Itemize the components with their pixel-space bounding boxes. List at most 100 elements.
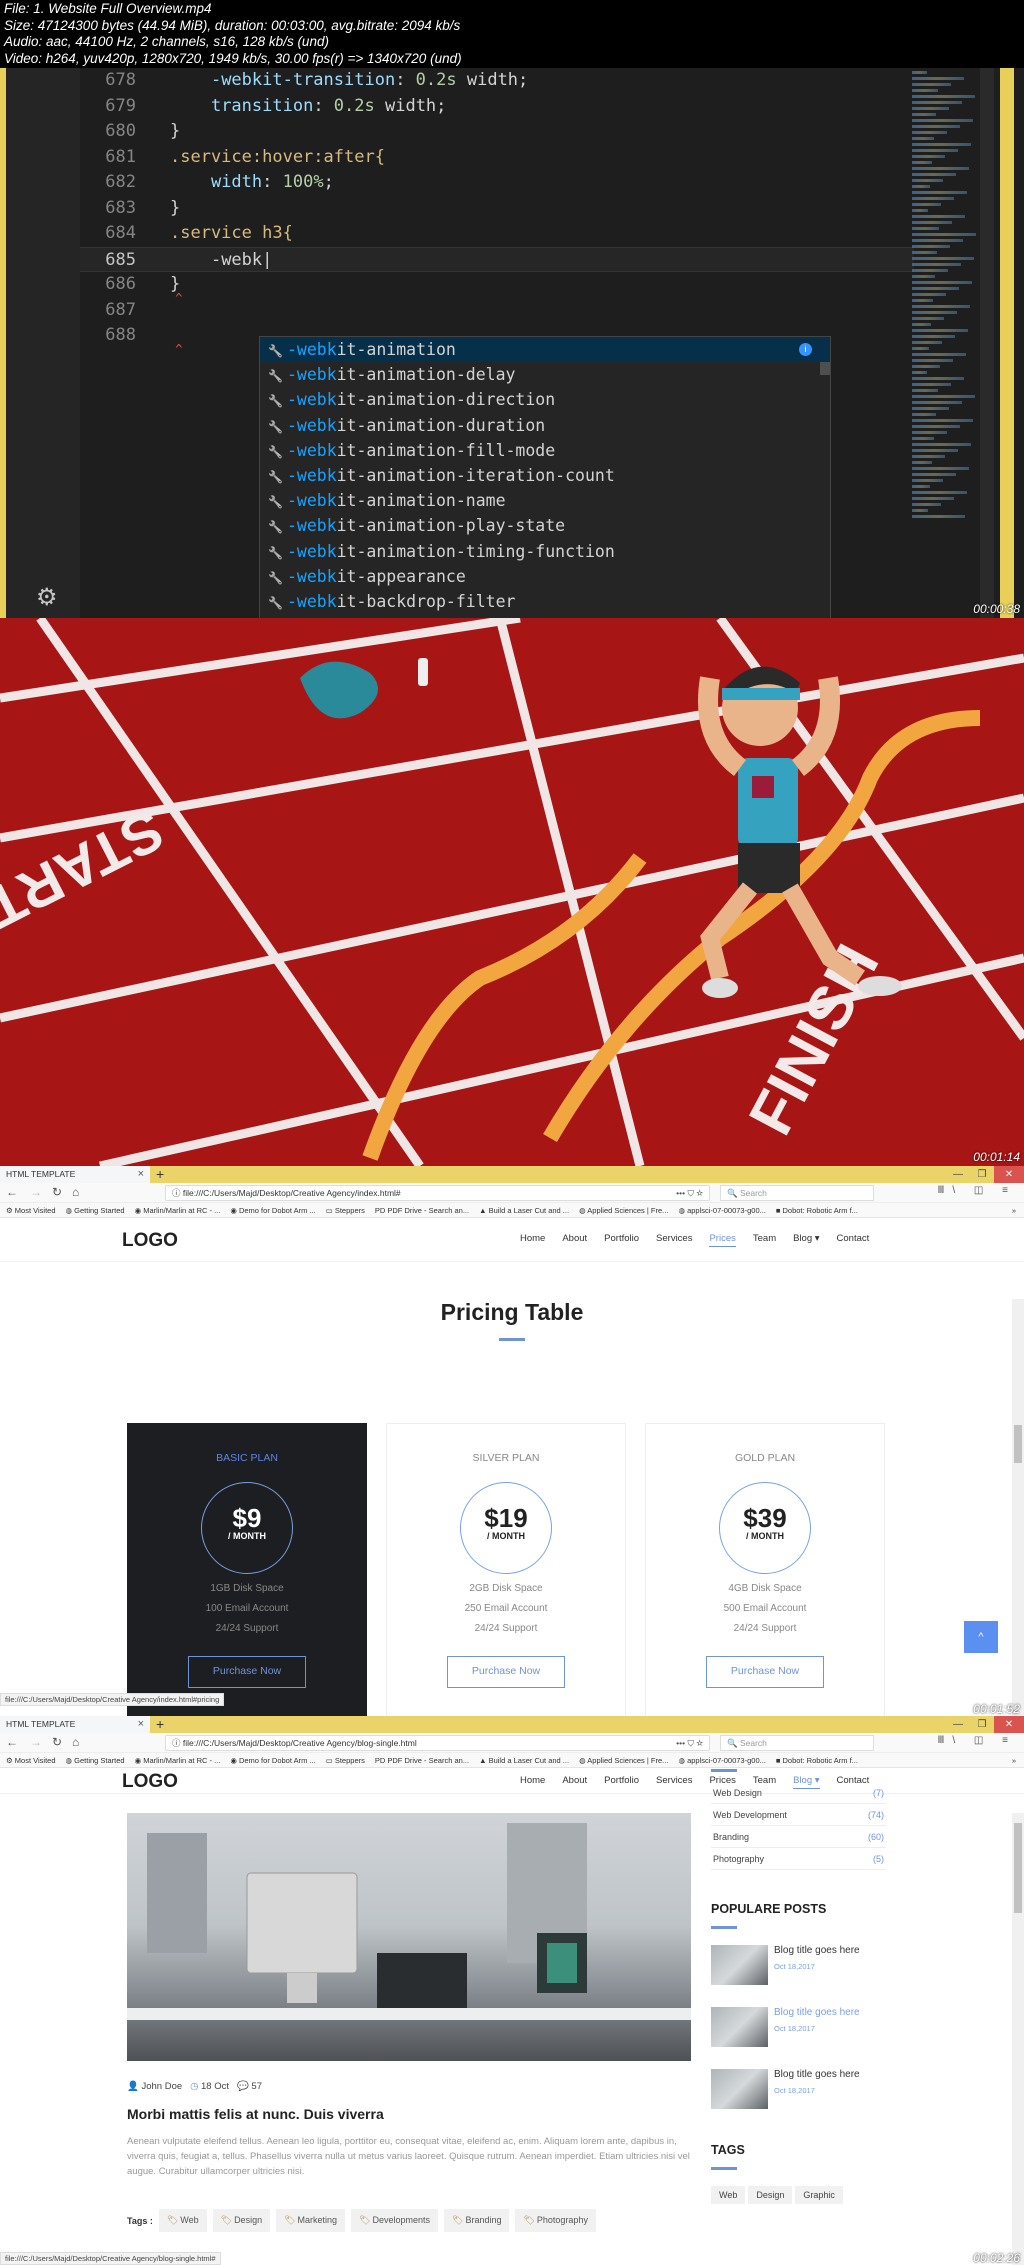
bookmark[interactable]: ◉ Marlin/Marlin at RC - ... [135, 1206, 221, 1215]
featured-image[interactable] [127, 1813, 691, 2061]
popular-post-title[interactable]: Blog title goes here [774, 2007, 860, 2018]
logo[interactable]: LOGO [122, 1230, 178, 1252]
popular-post-title[interactable]: Blog title goes here [774, 2069, 860, 2080]
suggestion-item[interactable]: 🔧 -webkit-backdrop-filter [260, 589, 830, 614]
close-window-icon[interactable]: ✕ [994, 1166, 1024, 1183]
maximize-icon[interactable]: ❐ [970, 1166, 994, 1183]
tag-chip[interactable]: 🏷 Branding [444, 2209, 510, 2232]
nav-link-about[interactable]: About [562, 1233, 587, 1247]
nav-link-contact[interactable]: Contact [837, 1233, 870, 1247]
home-icon[interactable]: ⌂ [72, 1185, 79, 1199]
maximize-icon[interactable]: ❐ [970, 1716, 994, 1733]
autocomplete-dropdown[interactable]: 🔧 -webkit-animation i 🔧 -webkit-animation-de… [259, 336, 831, 618]
back-to-top-button[interactable]: ^ [964, 1621, 998, 1653]
bookmark[interactable]: ◉ Demo for Dobot Arm ... [230, 1756, 315, 1765]
bookmark[interactable]: ▭ Steppers [326, 1206, 365, 1215]
bookmark[interactable]: ◍ Applied Sciences | Fre... [579, 1206, 668, 1215]
home-icon[interactable]: ⌂ [72, 1735, 79, 1749]
code-line[interactable]: 686} ^ [80, 272, 914, 305]
code-line[interactable]: 680} [80, 119, 914, 145]
toolbar-icons[interactable]: Ⅲ\ ◫ ≡ [937, 1185, 1016, 1196]
suggestion-item[interactable]: 🔧 -webkit-animation-delay [260, 362, 830, 387]
category-item[interactable]: Web Development (74) [711, 1804, 886, 1826]
sidebar-tag[interactable]: Design [748, 2186, 793, 2204]
popular-post[interactable]: Blog title goes here Oct 18,2017 [711, 2007, 886, 2047]
post-thumbnail[interactable] [711, 2007, 768, 2047]
back-icon[interactable]: ← [6, 1735, 18, 1749]
toolbar-icons[interactable]: Ⅲ\ ◫ ≡ [937, 1735, 1016, 1746]
nav-link-prices[interactable]: Prices [709, 1775, 735, 1789]
bookmark[interactable]: ⚙ Most Visited [6, 1756, 56, 1765]
nav-link-portfolio[interactable]: Portfolio [604, 1233, 639, 1247]
tag-chip[interactable]: 🏷 Marketing [276, 2209, 346, 2232]
page-actions[interactable]: ••• ⛉ ☆ [676, 1736, 703, 1750]
code-line[interactable]: 687 [80, 298, 914, 324]
minimize-icon[interactable]: — [946, 1716, 970, 1733]
back-icon[interactable]: ← [6, 1185, 18, 1199]
page-scrollbar[interactable] [1012, 1813, 1024, 2265]
nav-link-blog[interactable]: Blog ▾ [793, 1233, 819, 1247]
bookmark[interactable]: ▭ Steppers [326, 1756, 365, 1765]
sidebar-tag[interactable]: Graphic [795, 2186, 843, 2204]
suggestion-item[interactable]: 🔧 -webkit-animation i [260, 337, 830, 363]
popular-post-title[interactable]: Blog title goes here [774, 1945, 860, 1956]
info-icon[interactable]: i [799, 343, 812, 356]
suggestion-item[interactable]: 🔧 -webkit-animation-fill-mode [260, 438, 830, 463]
nav-link-contact[interactable]: Contact [837, 1775, 870, 1789]
bookmark[interactable]: ◉ Marlin/Marlin at RC - ... [135, 1756, 221, 1765]
code-line[interactable]: 681 .service:hover:after{ [80, 145, 914, 171]
typed-text[interactable]: -webk [211, 250, 262, 270]
tag-chip[interactable]: 🏷 Web [158, 2209, 207, 2232]
page-actions[interactable]: ••• ⛉ ☆ [676, 1186, 703, 1200]
nav-link-team[interactable]: Team [753, 1775, 776, 1789]
nav-link-blog[interactable]: Blog ▾ [793, 1775, 820, 1789]
reload-icon[interactable]: ↻ [52, 1185, 62, 1199]
popular-post[interactable]: Blog title goes here Oct 18,2017 [711, 1945, 886, 1985]
code-line[interactable]: 682 width: 100%; [80, 170, 914, 196]
post-thumbnail[interactable] [711, 1945, 768, 1985]
browser-tab[interactable]: HTML TEMPLATE × [0, 1166, 150, 1183]
code-line[interactable]: 684 .service h3{ [80, 221, 914, 247]
address-bar[interactable]: ⓘ file:///C:/Users/Majd/Desktop/Creative… [165, 1185, 710, 1201]
category-item[interactable]: Branding (60) [711, 1826, 886, 1848]
nav-link-home[interactable]: Home [520, 1775, 545, 1789]
suggestion-item[interactable]: 🔧 -webkit-animation-play-state [260, 513, 830, 538]
bookmark[interactable]: ■ Dobot: Robotic Arm f... [776, 1206, 858, 1215]
search-input[interactable]: 🔍 Search [720, 1735, 874, 1751]
bookmark[interactable]: ⚙ Most Visited [6, 1206, 56, 1215]
forward-icon[interactable]: → [30, 1185, 42, 1199]
nav-link-home[interactable]: Home [520, 1233, 545, 1247]
bookmark[interactable]: PD PDF Drive - Search an... [375, 1206, 469, 1215]
bookmark[interactable]: ▲ Build a Laser Cut and ... [479, 1206, 569, 1215]
address-bar[interactable]: ⓘ file:///C:/Users/Majd/Desktop/Creative… [165, 1735, 710, 1751]
bookmarks-overflow[interactable]: » [1012, 1203, 1016, 1217]
browser-tab[interactable]: HTML TEMPLATE × [0, 1716, 150, 1733]
purchase-button[interactable]: Purchase Now [188, 1656, 306, 1688]
new-tab-button[interactable]: + [156, 1716, 164, 1732]
nav-link-portfolio[interactable]: Portfolio [604, 1775, 639, 1789]
nav-link-services[interactable]: Services [656, 1775, 692, 1789]
gear-icon[interactable]: ⚙ [36, 583, 58, 612]
code-area[interactable]: 678 -webkit-transition: 0.2s width; 679 t… [80, 68, 914, 356]
category-item[interactable]: Photography (5) [711, 1848, 886, 1870]
bookmark[interactable]: ◍ applsci-07-00073-g00... [678, 1756, 765, 1765]
code-line[interactable]: 685 -webk| [80, 246, 914, 272]
post-author[interactable]: John Doe [141, 2081, 182, 2092]
nav-link-team[interactable]: Team [753, 1233, 776, 1247]
suggestion-item[interactable]: 🔧 -webkit-animation-direction [260, 387, 830, 412]
post-thumbnail[interactable] [711, 2069, 768, 2109]
minimap[interactable] [912, 68, 980, 618]
suggestion-item[interactable]: 🔧 -webkit-animation-name [260, 488, 830, 513]
close-tab-icon[interactable]: × [138, 1716, 144, 1733]
bookmarks-overflow[interactable]: » [1012, 1753, 1016, 1767]
logo[interactable]: LOGO [122, 1771, 178, 1793]
page-scrollbar[interactable] [1012, 1299, 1024, 1716]
close-window-icon[interactable]: ✕ [994, 1716, 1024, 1733]
tag-chip[interactable]: 🏷 Photography [515, 2209, 596, 2232]
tag-chip[interactable]: 🏷 Design [212, 2209, 271, 2232]
suggestion-item[interactable]: 🔧 -webkit-animation-timing-function [260, 539, 830, 564]
code-line[interactable]: 683} [80, 196, 914, 222]
post-comments[interactable]: 57 [251, 2081, 262, 2092]
suggestion-item[interactable]: 🔧 -webkit-animation-duration [260, 413, 830, 438]
reload-icon[interactable]: ↻ [52, 1735, 62, 1749]
